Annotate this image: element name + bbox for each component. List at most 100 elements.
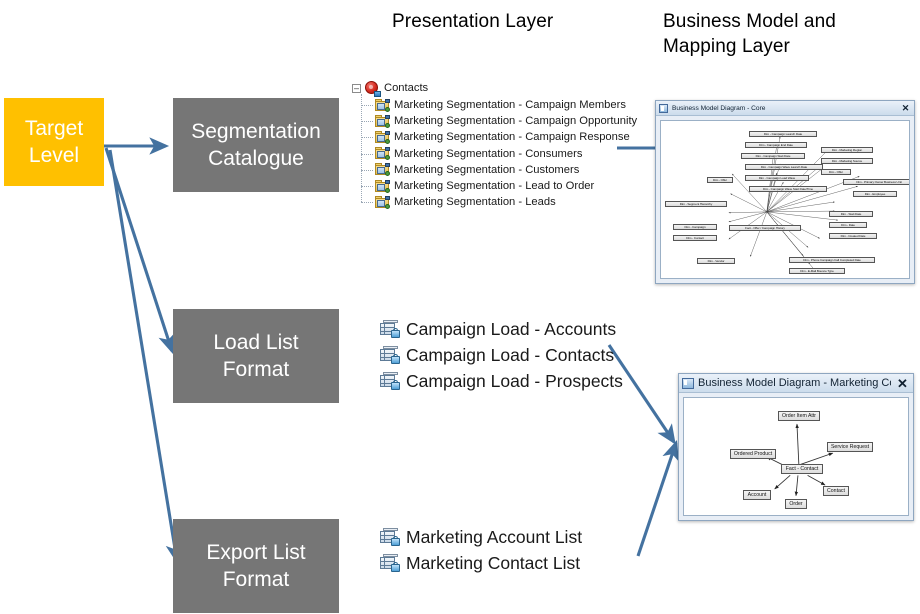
diagram-window-icon [659, 103, 668, 113]
diagram-node[interactable]: Dim - Employee [853, 191, 897, 197]
diagram-node[interactable]: Dim - Vendor [697, 258, 735, 264]
diagram-node[interactable]: Dim - Created Date [829, 233, 877, 239]
diagram-node[interactable]: Dim - Start Date [829, 211, 873, 217]
list-item-label: Campaign Load - Contacts [406, 344, 615, 365]
diagram-node[interactable]: Dim - Campaign Launch Date [749, 131, 817, 137]
diagram-node[interactable]: Dim - Phone Campaign Call Completed Date [789, 257, 875, 263]
tree-item-label: Marketing Segmentation - Leads [394, 196, 556, 209]
diagram-node[interactable]: Dim - Offer [707, 177, 733, 183]
diagram-node-fact[interactable]: Fact - Contact [781, 464, 823, 474]
list-item[interactable]: Campaign Load - Prospects [380, 368, 623, 394]
diagram-node-fact[interactable]: Fact - Offer / Campaign History [729, 225, 801, 231]
box-load-list-format[interactable]: Load List Format [173, 309, 339, 403]
tree-item-label: Marketing Segmentation - Campaign Respon… [394, 131, 630, 144]
tree-item[interactable]: Marketing Segmentation - Leads [361, 194, 642, 210]
diagram-node[interactable]: Service Request [827, 442, 873, 452]
diagram-node[interactable]: Ordered Product [730, 449, 776, 459]
diagram-node[interactable]: Dim - Marketing Region [821, 147, 873, 153]
diagram-node[interactable]: Contact [823, 486, 849, 496]
presentation-table-icon [375, 147, 390, 161]
box-target-level-line2: Level [28, 144, 80, 167]
load-list-items: Campaign Load - Accounts Campaign Load -… [380, 316, 623, 394]
tree-item-label: Marketing Segmentation - Campaign Member… [394, 99, 626, 111]
logical-table-lock-icon [380, 320, 400, 338]
arrow-export-list-to-contact-diagram [636, 440, 679, 557]
tree-item[interactable]: Marketing Segmentation - Consumers [361, 146, 642, 162]
window-business-model-diagram-core[interactable]: Business Model Diagram - Core ✕ Dim - Ca… [655, 100, 915, 284]
logical-table-lock-icon [380, 528, 400, 546]
list-item[interactable]: Marketing Contact List [380, 550, 582, 576]
tree-item[interactable]: Marketing Segmentation - Campaign Opport… [361, 113, 642, 129]
diagram-node[interactable]: Dim - Campaign Start Date [741, 153, 805, 159]
tree-item-label: Marketing Segmentation - Customers [394, 163, 580, 176]
tree-item-label: Marketing Segmentation - Consumers [394, 147, 583, 160]
collapse-expander-icon[interactable]: – [352, 84, 361, 93]
window-business-model-diagram-marketing-contact-list[interactable]: Business Model Diagram - Marketing Conta… [678, 373, 914, 521]
diagram-window-icon [682, 377, 694, 389]
box-target-level-line1: Target [24, 117, 84, 140]
box-segmentation-catalogue-line2: Catalogue [208, 147, 304, 170]
list-item-label: Campaign Load - Accounts [406, 318, 617, 339]
close-icon[interactable]: ✕ [900, 103, 911, 114]
list-item-label: Campaign Load - Prospects [406, 370, 623, 391]
arrow-target-to-export-list [108, 149, 183, 565]
diagram-node[interactable]: Dim - Campaign End Date [745, 142, 807, 148]
box-segmentation-catalogue[interactable]: Segmentation Catalogue [173, 98, 339, 192]
tree-item[interactable]: Marketing Segmentation - Campaign Member… [361, 97, 642, 113]
diagram-node[interactable]: Dim - Offer [821, 169, 851, 175]
export-list-items: Marketing Account List Marketing Contact… [380, 524, 582, 576]
tree-children: Marketing Segmentation - Campaign Member… [361, 93, 642, 210]
diagram-node[interactable]: Dim - Date [829, 222, 867, 228]
contacts-subject-area-icon [365, 81, 381, 97]
diagram-node[interactable]: Dim - Campaign Wave Launch Date [745, 164, 823, 170]
logical-table-lock-icon [380, 346, 400, 364]
window-title: Business Model Diagram - Core [672, 104, 766, 112]
diagram-node[interactable]: Dim - Campaign Load Wave [745, 175, 809, 181]
diagram-canvas: Presentation Layer Business Model and Ma… [0, 0, 920, 614]
box-export-list-format-line2: Format [222, 568, 290, 591]
presentation-table-icon [375, 195, 390, 209]
list-item[interactable]: Marketing Account List [380, 524, 582, 550]
diagram-node[interactable]: Order Item Attr [778, 411, 820, 421]
logical-table-lock-icon [380, 372, 400, 390]
tree-root-label: Contacts [384, 82, 429, 95]
presentation-table-icon [375, 163, 390, 177]
list-item-label: Marketing Account List [406, 526, 583, 547]
tree-item[interactable]: Marketing Segmentation - Campaign Respon… [361, 129, 642, 145]
diagram-node[interactable]: Dim - Campaign Wave Start Date/Time [749, 186, 827, 192]
diagram-node[interactable]: Dim - Campaign [673, 224, 717, 230]
tree-item[interactable]: Marketing Segmentation - Lead to Order [361, 178, 642, 194]
window-titlebar[interactable]: Business Model Diagram - Marketing Conta… [679, 374, 913, 393]
box-export-list-format[interactable]: Export List Format [173, 519, 339, 613]
diagram-canvas-core[interactable]: Dim - Campaign Launch Date Dim - Campaig… [660, 120, 910, 279]
box-target-level[interactable]: Target Level [4, 98, 104, 186]
list-item-label: Marketing Contact List [406, 552, 581, 573]
presentation-table-icon [375, 130, 390, 144]
diagram-node[interactable]: Order [785, 499, 807, 509]
presentation-table-icon [375, 98, 390, 112]
diagram-node[interactable]: Dim - E-Mail Bounce Type [789, 268, 845, 274]
window-title: Business Model Diagram - Marketing Conta… [698, 377, 891, 389]
box-load-list-format-line1: Load List [213, 331, 299, 354]
list-item[interactable]: Campaign Load - Accounts [380, 316, 623, 342]
list-item[interactable]: Campaign Load - Contacts [380, 342, 623, 368]
presentation-table-icon [375, 179, 390, 193]
tree-item[interactable]: Marketing Segmentation - Customers [361, 162, 642, 178]
diagram-node[interactable]: Dim - Call Status [789, 278, 833, 279]
diagram-node[interactable]: Dim - Segment Hierarchy [665, 201, 727, 207]
diagram-canvas-marketing-contact-list[interactable]: Order Item Attr Service Request Ordered … [683, 397, 909, 516]
box-load-list-format-line2: Format [222, 358, 290, 381]
diagram-node[interactable]: Dim - Contact [673, 235, 717, 241]
diagram-node[interactable]: Dim - Primary Owner Business Unit [843, 179, 909, 185]
tree-root-contacts[interactable]: – Contacts [352, 80, 642, 97]
diagram-node[interactable]: Dim - Marketing Source [821, 158, 873, 164]
box-segmentation-catalogue-line1: Segmentation [191, 120, 321, 143]
diagram-node[interactable]: Account [743, 490, 771, 500]
window-titlebar[interactable]: Business Model Diagram - Core ✕ [656, 101, 914, 116]
logical-table-lock-icon [380, 554, 400, 572]
close-icon[interactable]: ✕ [895, 376, 910, 391]
tree-item-label: Marketing Segmentation - Lead to Order [394, 179, 595, 192]
presentation-table-icon [375, 114, 390, 128]
box-export-list-format-line1: Export List [206, 541, 306, 564]
presentation-tree[interactable]: – Contacts Marketing Segmentation - Camp… [352, 80, 642, 210]
